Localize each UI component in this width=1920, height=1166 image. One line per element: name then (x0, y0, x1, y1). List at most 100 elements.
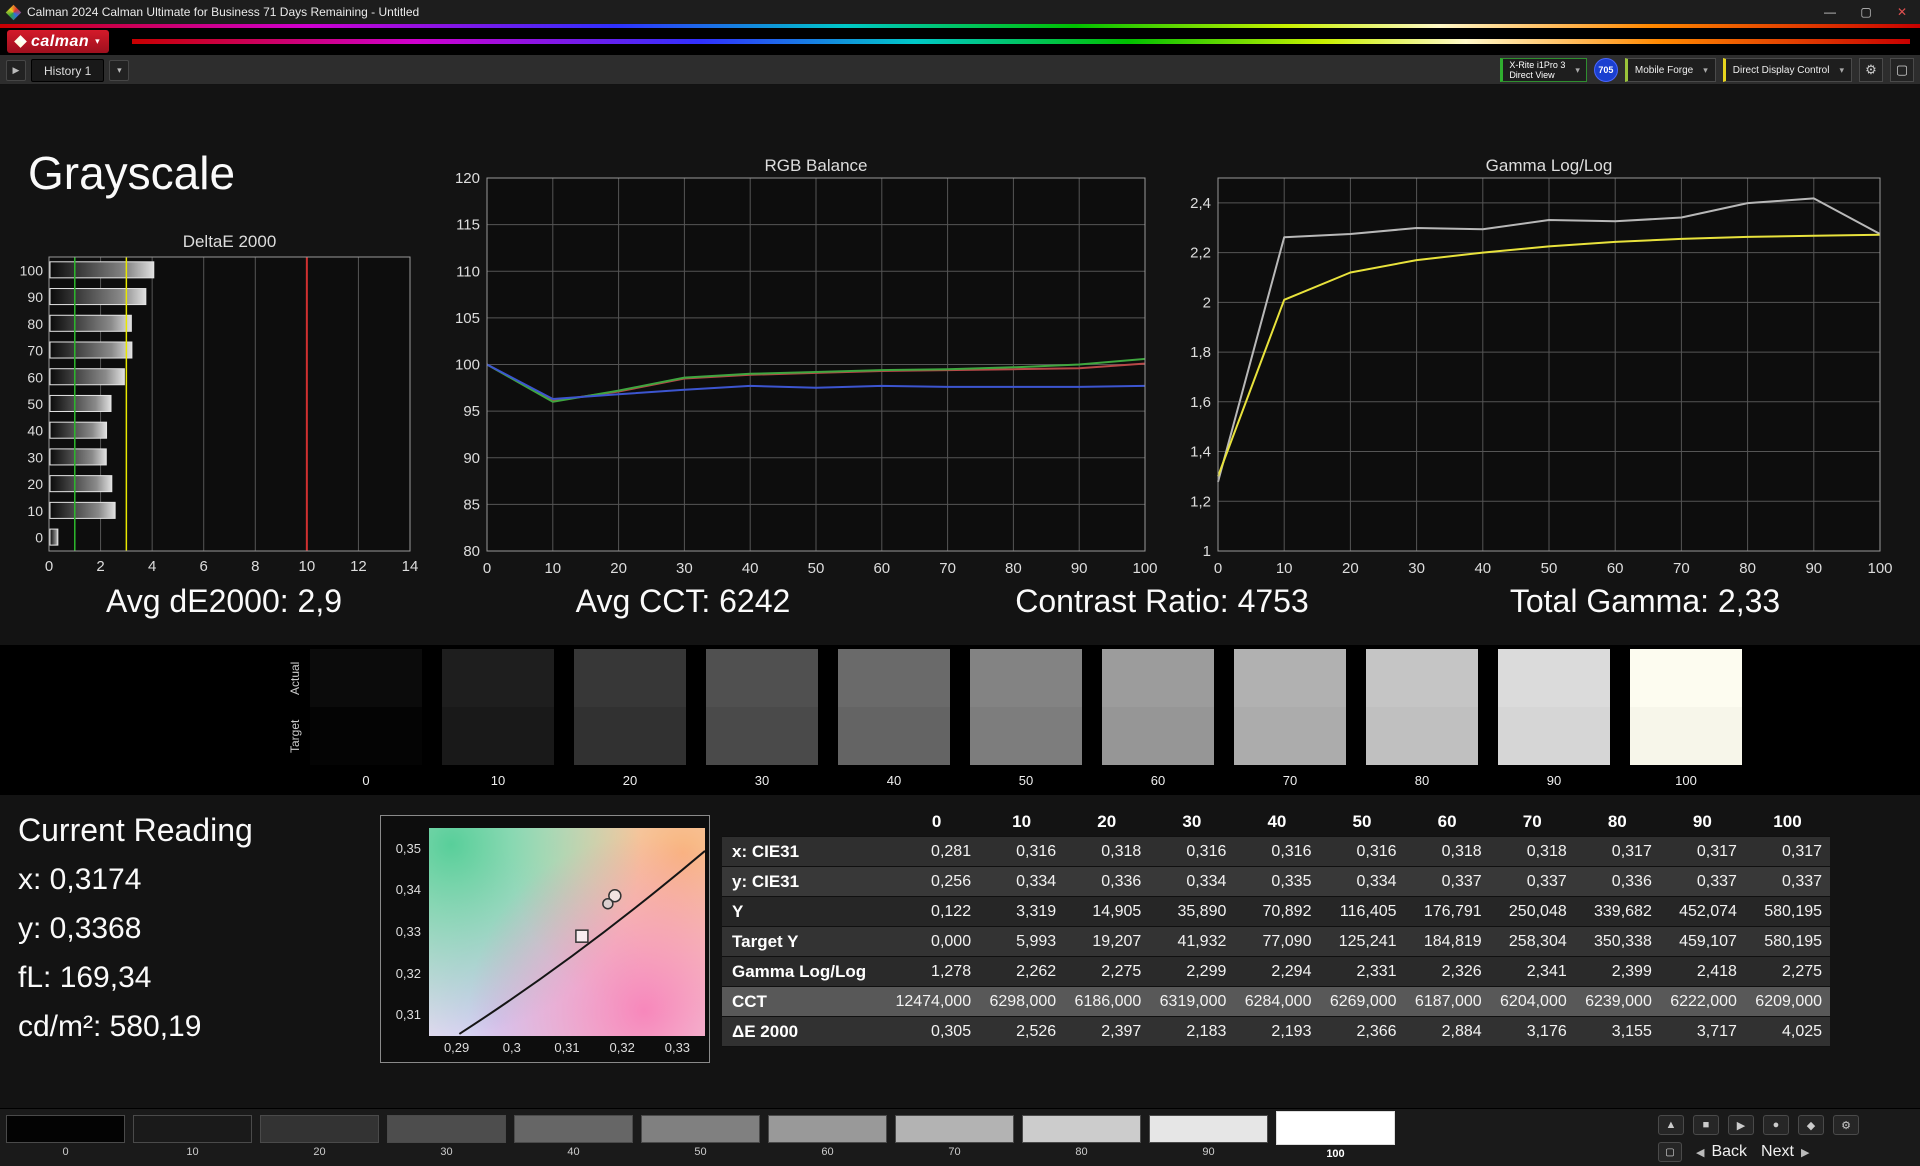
pattern-patch-button-70[interactable]: 70 (895, 1109, 1014, 1160)
back-button[interactable]: ◀ Back (1696, 1143, 1747, 1161)
history-expand-button[interactable]: ▶ (6, 60, 26, 81)
reading-y: y: 0,3368 (18, 912, 253, 946)
table-header-cell: 70 (1490, 807, 1575, 836)
patch-color (641, 1115, 760, 1143)
pattern-source-selector[interactable]: Mobile Forge ▾ (1625, 58, 1716, 82)
current-reading-panel: Current Reading x: 0,3174 y: 0,3368 fL: … (18, 812, 253, 1059)
table-row-label: Gamma Log/Log (722, 957, 894, 986)
svg-text:20: 20 (610, 560, 627, 577)
table-cell: 0,316 (979, 837, 1064, 866)
table-header-cell: 20 (1064, 807, 1149, 836)
table-cell: 5,993 (979, 927, 1064, 956)
cie-plot (429, 828, 705, 1036)
table-cell: 0,318 (1490, 837, 1575, 866)
display-control-selector[interactable]: Direct Display Control ▾ (1723, 58, 1852, 82)
stat-total-gamma: Total Gamma: 2,33 (1510, 583, 1780, 620)
patch-color (1022, 1115, 1141, 1143)
svg-text:1,4: 1,4 (1190, 444, 1211, 461)
table-cell: 258,304 (1490, 927, 1575, 956)
cie-y-tick: 0,34 (396, 882, 421, 897)
table-cell: 6209,000 (1745, 987, 1830, 1016)
pattern-patch-button-10[interactable]: 10 (133, 1109, 252, 1160)
app-window: Calman 2024 Calman Ultimate for Business… (0, 0, 1920, 1166)
swatch-level-label: 60 (1102, 773, 1214, 788)
swatch-level-label: 0 (310, 773, 422, 788)
cie-chart-widget: 0,350,340,330,320,31 0,290,30,310,320,33 (380, 815, 710, 1063)
reading-cdm2: cd/m²: 580,19 (18, 1010, 253, 1044)
layout-button[interactable]: ▢ (1890, 58, 1914, 82)
tab-history-1[interactable]: History 1 (31, 59, 104, 82)
swatch-level-label: 100 (1630, 773, 1742, 788)
settings-icon: ⚙ (1841, 1119, 1851, 1132)
pattern-patch-button-0[interactable]: 0 (6, 1109, 125, 1160)
table-row: y: CIE310,2560,3340,3360,3340,3350,3340,… (722, 867, 1830, 897)
svg-text:10: 10 (1276, 560, 1293, 577)
table-cell: 2,262 (979, 957, 1064, 986)
patch-label: 0 (6, 1146, 125, 1158)
table-row: ΔE 20000,3052,5262,3972,1832,1932,3662,8… (722, 1017, 1830, 1047)
pattern-patch-button-60[interactable]: 60 (768, 1109, 887, 1160)
pattern-button[interactable]: ◆ (1798, 1115, 1824, 1135)
table-cell: 14,905 (1064, 897, 1149, 926)
pattern-patch-button-40[interactable]: 40 (514, 1109, 633, 1160)
table-cell: 2,526 (979, 1017, 1064, 1046)
swatch-level-label: 40 (838, 773, 950, 788)
grayscale-swatch-30: 30 (706, 649, 818, 788)
table-cell: 6269,000 (1319, 987, 1404, 1016)
svg-text:85: 85 (463, 496, 480, 513)
pattern-patch-button-50[interactable]: 50 (641, 1109, 760, 1160)
pattern-window-button[interactable]: ▢ (1658, 1142, 1682, 1162)
play-icon: ▶ (13, 65, 20, 76)
patch-label: 10 (133, 1146, 252, 1158)
table-cell: 2,397 (1064, 1017, 1149, 1046)
history-more-button[interactable]: ▾ (109, 60, 129, 81)
patch-label: 50 (641, 1146, 760, 1158)
settings-button[interactable]: ⚙ (1833, 1115, 1859, 1135)
deltae-bar-chart: 024681012141009080706050403020100 (0, 250, 435, 590)
table-cell: 6222,000 (1660, 987, 1745, 1016)
calman-logo-menu[interactable]: calman ▾ (7, 30, 109, 53)
close-button[interactable]: ✕ (1884, 0, 1920, 24)
svg-text:20: 20 (27, 476, 43, 492)
settings-button[interactable]: ⚙ (1859, 58, 1883, 82)
svg-text:60: 60 (27, 369, 43, 385)
play-button[interactable]: ▶ (1728, 1115, 1754, 1135)
table-row-label: x: CIE31 (722, 837, 894, 866)
cie-y-tick: 0,33 (396, 924, 421, 939)
grayscale-swatch-40: 40 (838, 649, 950, 788)
svg-text:30: 30 (676, 560, 693, 577)
stop-button[interactable]: ■ (1693, 1115, 1719, 1135)
pattern-patch-button-20[interactable]: 20 (260, 1109, 379, 1160)
next-label: Next (1761, 1143, 1794, 1161)
table-cell: 2,418 (1660, 957, 1745, 986)
titlebar: Calman 2024 Calman Ultimate for Business… (0, 0, 1920, 24)
stat-avg-de2000: Avg dE2000: 2,9 (106, 583, 342, 620)
svg-text:2: 2 (96, 558, 104, 575)
swatch-actual (1234, 649, 1346, 707)
table-cell: 0,337 (1745, 867, 1830, 896)
chevron-down-icon: ▾ (117, 65, 122, 76)
svg-text:70: 70 (27, 343, 43, 359)
pattern-patch-button-80[interactable]: 80 (1022, 1109, 1141, 1160)
toolbar: ▶ History 1 ▾ X-Rite i1Pro 3 Direct View… (0, 55, 1920, 85)
pattern-patch-button-100[interactable]: 100 (1276, 1109, 1395, 1160)
next-button[interactable]: Next ▶ (1761, 1143, 1809, 1161)
table-cell: 0,334 (1149, 867, 1234, 896)
reading-fl: fL: 169,34 (18, 961, 253, 995)
eject-icon: ▲ (1666, 1119, 1677, 1131)
swatch-level-label: 30 (706, 773, 818, 788)
swatch-actual (1366, 649, 1478, 707)
table-header-cell: 40 (1234, 807, 1319, 836)
record-button[interactable]: ● (1763, 1115, 1789, 1135)
meter-selector[interactable]: X-Rite i1Pro 3 Direct View ▾ (1500, 58, 1587, 82)
pattern-patch-button-30[interactable]: 30 (387, 1109, 506, 1160)
swatch-actual (706, 649, 818, 707)
maximize-button[interactable]: ▢ (1848, 0, 1884, 24)
table-cell: 3,319 (979, 897, 1064, 926)
table-cell: 2,299 (1149, 957, 1234, 986)
patch-color (895, 1115, 1014, 1143)
cie-overlay (429, 828, 705, 1036)
minimize-button[interactable]: — (1812, 0, 1848, 24)
eject-button[interactable]: ▲ (1658, 1115, 1684, 1135)
pattern-patch-button-90[interactable]: 90 (1149, 1109, 1268, 1160)
